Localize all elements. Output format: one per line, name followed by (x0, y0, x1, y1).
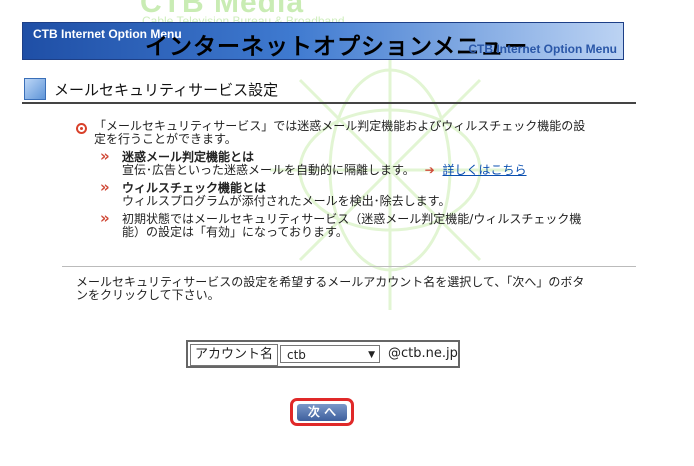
detail-link[interactable]: 詳しくはこちら (443, 163, 527, 177)
virus-text: ウィルスプログラムが添付されたメールを検出･除去します。 (122, 194, 451, 208)
info-block: 「メールセキュリティサービス」では迷惑メール判定機能およびウィルスチェック機能の… (76, 120, 586, 239)
next-button-highlight: 次 へ (290, 398, 354, 426)
double-chevron-icon: » (100, 209, 110, 227)
double-chevron-icon: » (100, 147, 110, 165)
double-chevron-icon: » (100, 178, 110, 196)
section-square-icon (24, 78, 46, 100)
spam-text: 宣伝･広告といった迷惑メールを自動的に隔離します。 (122, 163, 415, 177)
account-domain: @ctb.ne.jp (388, 346, 458, 361)
account-select-value: ctb (287, 348, 306, 362)
arrow-right-icon: ➔ (424, 163, 435, 177)
account-select[interactable]: ctb ▼ (280, 345, 380, 363)
circle-bullet-icon (76, 123, 87, 134)
next-button[interactable]: 次 へ (297, 404, 347, 421)
list-item-spam: » 迷惑メール判定機能とは 宣伝･広告といった迷惑メールを自動的に隔離します。 … (76, 147, 586, 177)
account-label: アカウント名 (190, 344, 278, 366)
list-item-virus: » ウィルスチェック機能とは ウィルスプログラムが添付されたメールを検出･除去し… (76, 178, 586, 208)
triangle-down-icon: ▼ (368, 350, 375, 360)
list-item-default: » 初期状態ではメールセキュリティサービス（迷惑メール判定機能/ウィルスチェック… (76, 209, 586, 239)
section-title: メールセキュリティサービス設定 (54, 81, 279, 99)
virus-heading: ウィルスチェック機能とは (122, 181, 267, 195)
page-banner: CTB Internet Option Menu インターネットオプションメニュ… (22, 22, 624, 60)
section-header: メールセキュリティサービス設定 (22, 76, 636, 104)
intro-text: 「メールセキュリティサービス」では迷惑メール判定機能およびウィルスチェック機能の… (94, 119, 586, 146)
account-form: アカウント名 ctb ▼ @ctb.ne.jp (186, 340, 460, 368)
divider (62, 266, 636, 267)
banner-small-label-right: CTB Internet Option Menu (468, 42, 617, 56)
default-text: 初期状態ではメールセキュリティサービス（迷惑メール判定機能/ウィルスチェック機能… (122, 212, 582, 239)
spam-heading: 迷惑メール判定機能とは (122, 150, 255, 164)
instruction-text: メールセキュリティサービスの設定を希望するメールアカウント名を選択して、「次へ」… (76, 275, 585, 302)
